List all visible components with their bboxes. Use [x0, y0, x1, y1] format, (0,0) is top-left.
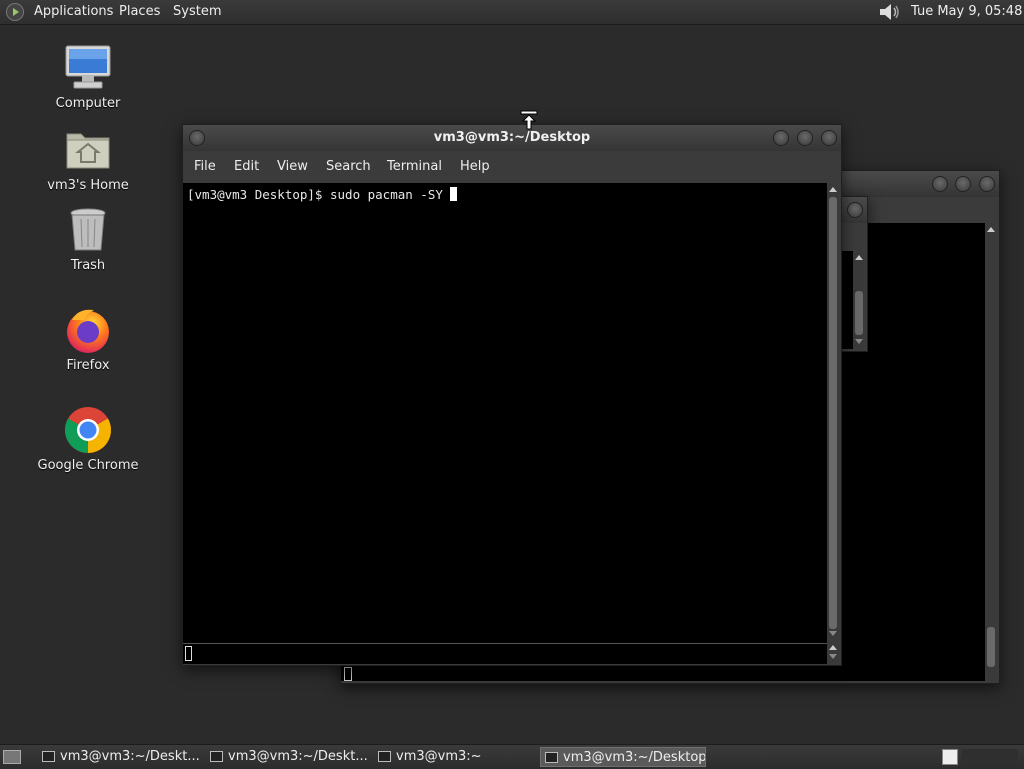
command-prompt: [vm3@vm3 Desktop]$ sudo pacman -SY: [187, 187, 451, 202]
menu-terminal[interactable]: Terminal: [387, 159, 442, 174]
chrome-icon: [64, 406, 112, 454]
scroll-up-icon[interactable]: [829, 187, 837, 192]
menu-edit[interactable]: Edit: [234, 159, 259, 174]
computer-icon: [64, 44, 112, 92]
desktop-icon-label: vm3's Home: [47, 178, 129, 193]
scroll-up-icon[interactable]: [855, 255, 863, 260]
menu-system[interactable]: System: [173, 4, 221, 19]
terminal-input-row[interactable]: [183, 643, 827, 664]
close-button[interactable]: [979, 176, 995, 192]
desktop-icon-firefox[interactable]: Firefox: [33, 306, 143, 373]
scroll-thumb[interactable]: [987, 627, 995, 667]
close-button[interactable]: [847, 202, 863, 218]
scroll-down-icon[interactable]: [829, 631, 837, 636]
close-button[interactable]: [821, 130, 837, 146]
maximize-button[interactable]: [955, 176, 971, 192]
terminal-icon: [378, 751, 391, 762]
desktop-icon-computer[interactable]: Computer: [33, 44, 143, 111]
window-menu-button[interactable]: [189, 130, 205, 146]
desktop-icon-label: Google Chrome: [37, 458, 139, 473]
scroll-down-icon[interactable]: [855, 339, 863, 344]
desktop-icon-label: Trash: [70, 258, 106, 273]
terminal-line: [vm3@vm3 Desktop]$ sudo pacman -SY: [187, 187, 458, 202]
terminal-icon: [545, 752, 558, 763]
scrollbar[interactable]: [827, 183, 839, 663]
scrollbar[interactable]: [985, 223, 997, 681]
scroll-thumb[interactable]: [829, 197, 837, 629]
menu-bar: File Edit View Search Terminal Help: [183, 151, 841, 181]
taskbar: vm3@vm3:~/Deskt... vm3@vm3:~/Deskt... vm…: [0, 744, 1024, 769]
menu-applications[interactable]: Applications: [34, 4, 113, 19]
desktop-icon-chrome[interactable]: Google Chrome: [33, 406, 143, 473]
desktop-icon-home[interactable]: vm3's Home: [33, 126, 143, 193]
scroll-thumb[interactable]: [855, 291, 863, 335]
clock[interactable]: Tue May 9, 05:48: [911, 4, 1022, 19]
input-cursor: [185, 646, 192, 661]
taskbar-item[interactable]: vm3@vm3:~/Deskt...: [206, 747, 368, 767]
taskbar-item-label: vm3@vm3:~/Deskt...: [60, 749, 200, 764]
applications-icon[interactable]: [6, 3, 24, 21]
terminal-icon: [42, 751, 55, 762]
menu-file[interactable]: File: [194, 159, 216, 174]
terminal-window[interactable]: vm3@vm3:~/Desktop File Edit View Search …: [182, 124, 842, 666]
menu-places[interactable]: Places: [119, 4, 160, 19]
maximize-button[interactable]: [797, 130, 813, 146]
mouse-cursor-icon: [520, 110, 538, 130]
window-titlebar[interactable]: vm3@vm3:~/Desktop: [183, 125, 841, 151]
taskbar-item-active[interactable]: vm3@vm3:~/Desktop: [540, 747, 706, 767]
scroll-up-icon[interactable]: [987, 227, 995, 232]
desktop-icon-label: Computer: [55, 96, 121, 111]
scroll-down-icon[interactable]: [829, 654, 837, 659]
workspace-switcher-active[interactable]: [942, 749, 958, 765]
workspace-switcher[interactable]: [962, 749, 1018, 765]
scrollbar[interactable]: [853, 251, 865, 349]
taskbar-item-label: vm3@vm3:~: [396, 749, 482, 764]
menu-view[interactable]: View: [277, 159, 308, 174]
taskbar-item-label: vm3@vm3:~/Deskt...: [228, 749, 368, 764]
trash-icon: [64, 206, 112, 254]
terminal-output[interactable]: [vm3@vm3 Desktop]$ sudo pacman -SY: [183, 183, 827, 643]
menu-help[interactable]: Help: [460, 159, 490, 174]
top-panel: Applications Places System Tue May 9, 05…: [0, 0, 1024, 25]
taskbar-item[interactable]: vm3@vm3:~/Deskt...: [38, 747, 200, 767]
terminal-icon: [210, 751, 223, 762]
desktop-icon-label: Firefox: [66, 358, 110, 373]
firefox-icon: [64, 306, 112, 354]
volume-icon[interactable]: [878, 3, 902, 21]
window-title: vm3@vm3:~/Desktop: [433, 130, 591, 145]
home-folder-icon: [64, 126, 112, 174]
desktop-icon-trash[interactable]: Trash: [33, 206, 143, 273]
input-cursor: [344, 667, 352, 681]
taskbar-item[interactable]: vm3@vm3:~: [374, 747, 536, 767]
show-desktop-icon[interactable]: [3, 750, 21, 764]
text-cursor: [450, 187, 458, 201]
scroll-up-icon[interactable]: [829, 645, 837, 650]
minimize-button[interactable]: [773, 130, 789, 146]
taskbar-item-label: vm3@vm3:~/Desktop: [563, 750, 706, 765]
menu-search[interactable]: Search: [326, 159, 371, 174]
minimize-button[interactable]: [932, 176, 948, 192]
